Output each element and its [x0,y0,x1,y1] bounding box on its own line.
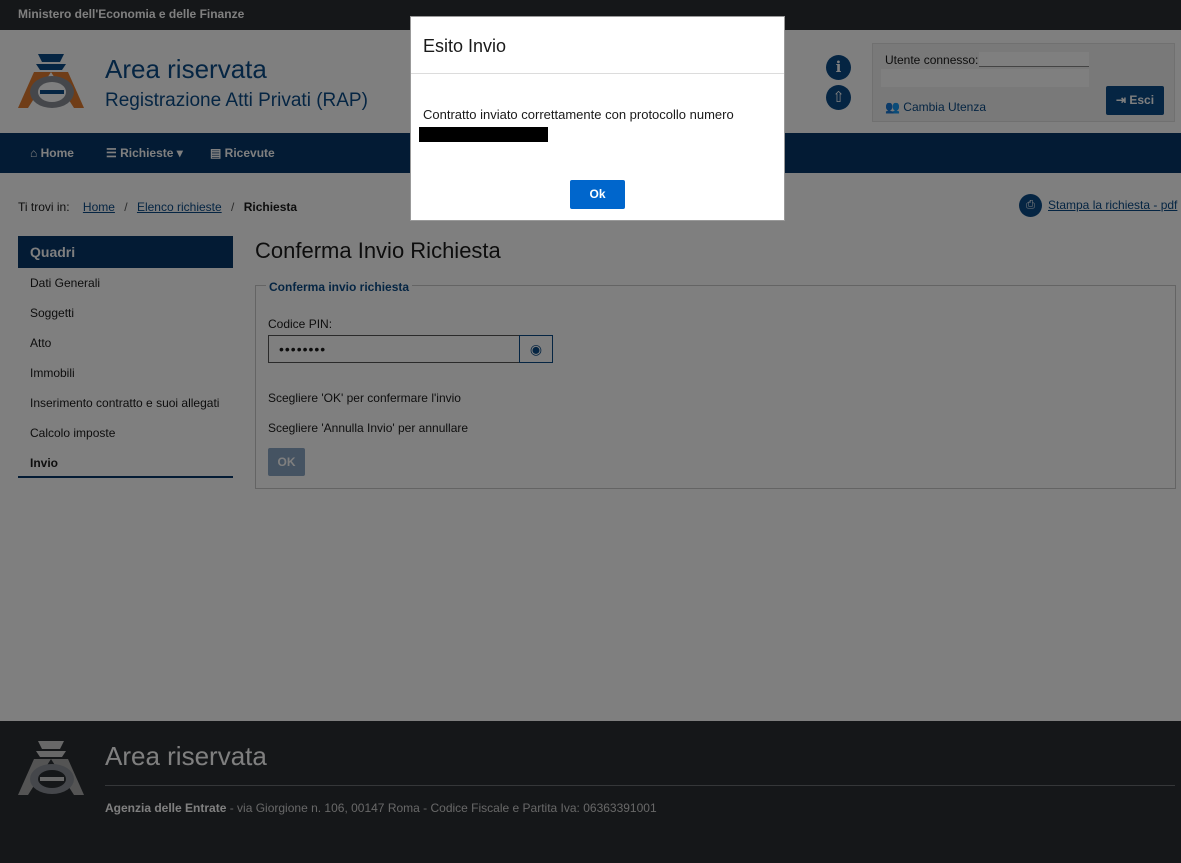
redacted-protocol-number [419,127,548,142]
dialog-title: Esito Invio [423,36,507,56]
dialog-divider [411,73,784,74]
dialog-ok-button[interactable]: Ok [570,180,625,209]
dialog-message: Contratto inviato correttamente con prot… [423,107,734,122]
send-result-dialog: Esito Invio Contratto inviato correttame… [410,16,785,221]
